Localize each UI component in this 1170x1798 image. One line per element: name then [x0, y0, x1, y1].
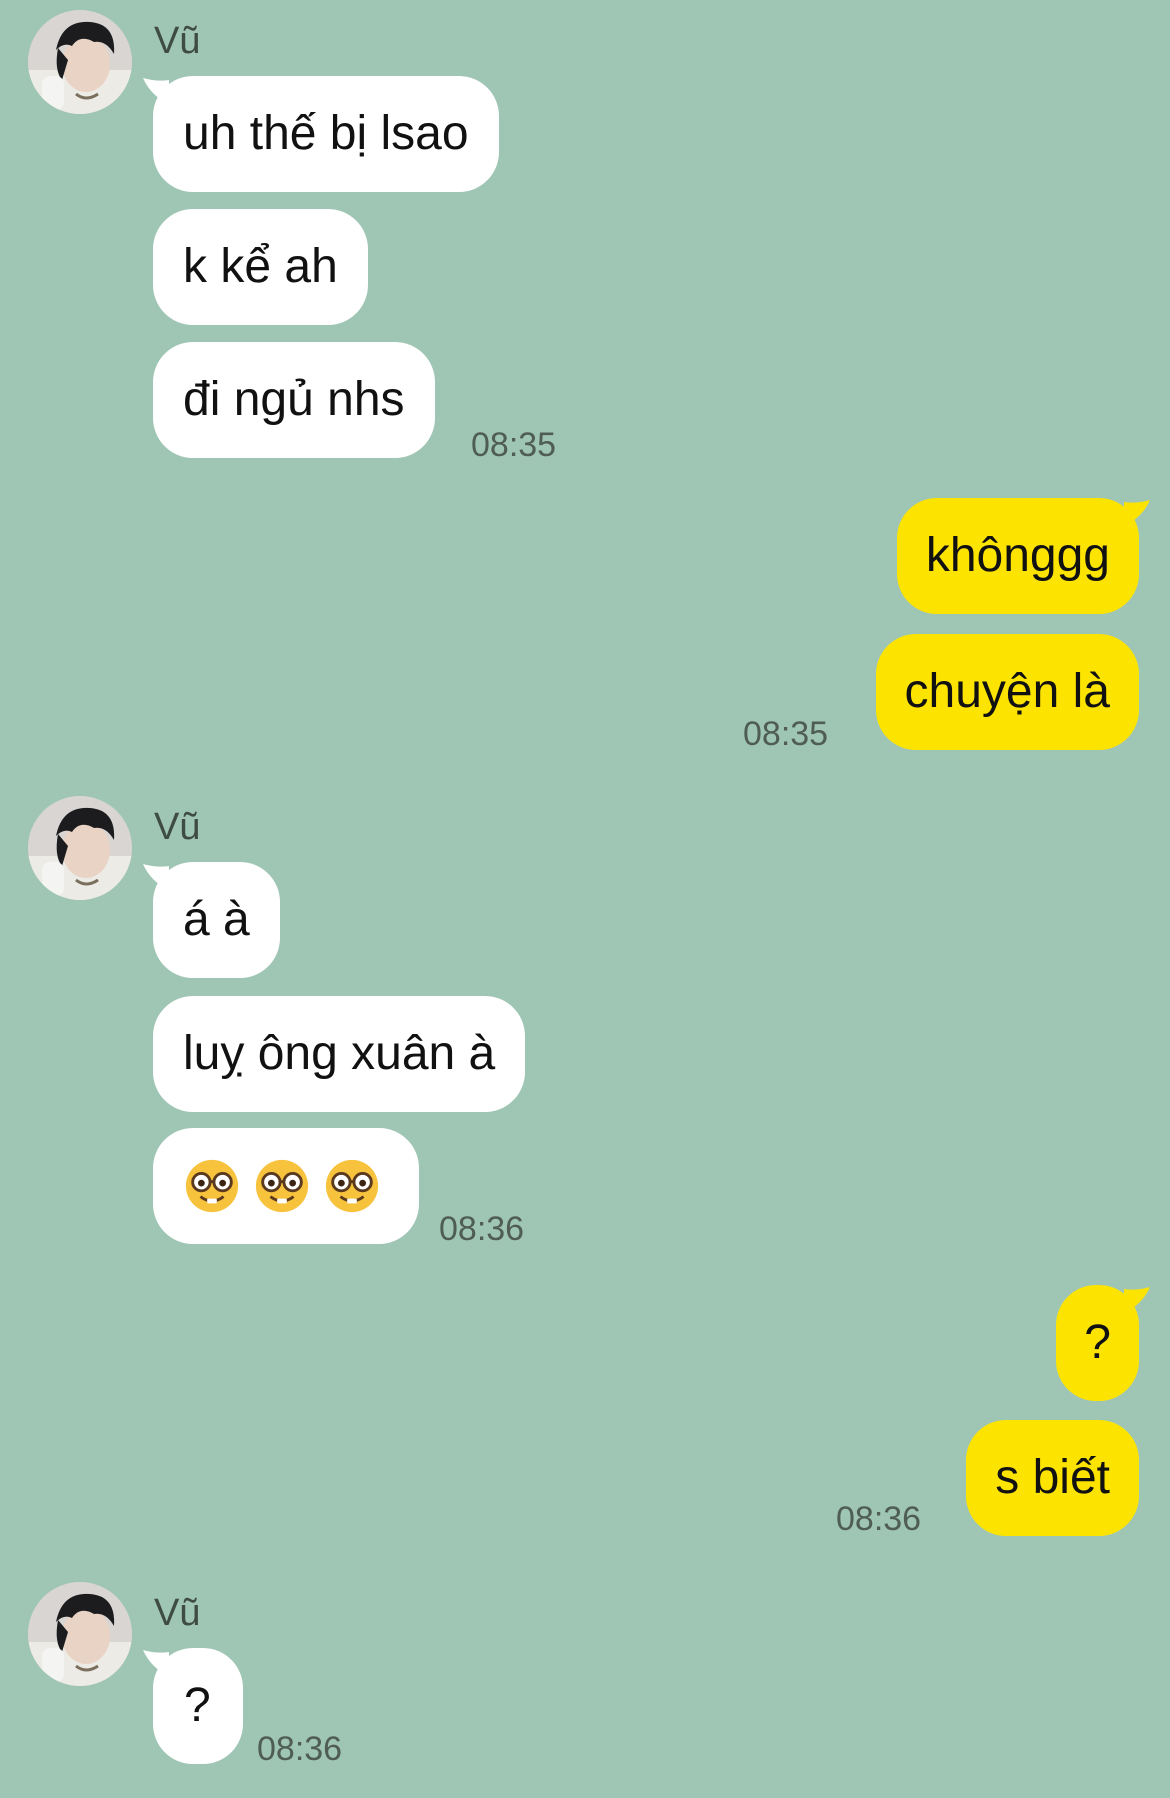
message-text: k kể ah [183, 240, 338, 293]
message-timestamp: 08:36 [836, 1500, 922, 1538]
chat-view[interactable]: Vũ uh thế bị lsao k kể ah đi ngủ nhs 08:… [0, 0, 1170, 1798]
message-text: s biết [995, 1451, 1110, 1504]
message-bubble[interactable]: khônggg [896, 498, 1139, 614]
message-bubble[interactable]: uh thế bị lsao [153, 76, 499, 192]
message-bubble[interactable]: luỵ ông xuân à [153, 996, 526, 1112]
avatar-photo-icon [28, 1582, 132, 1686]
message-timestamp: 08:36 [257, 1730, 343, 1768]
message-text: luỵ ông xuân à [183, 1027, 496, 1080]
sender-name: Vũ [154, 806, 201, 848]
message-bubble[interactable]: đi ngủ nhs [153, 342, 435, 458]
message-bubble[interactable]: ? [153, 1648, 243, 1764]
message-bubble[interactable]: ? [1056, 1285, 1139, 1401]
nerd-face-icon [185, 1159, 239, 1213]
message-timestamp: 08:35 [471, 426, 557, 464]
avatar-photo-icon [28, 10, 132, 114]
message-text: á à [183, 893, 250, 946]
nerd-face-icon [255, 1159, 309, 1213]
message-timestamp: 08:36 [439, 1210, 525, 1248]
message-timestamp: 08:35 [743, 715, 829, 753]
message-text: đi ngủ nhs [183, 373, 405, 426]
nerd-face-icon [325, 1159, 379, 1213]
message-text: khônggg [925, 529, 1110, 582]
message-bubble[interactable]: á à [153, 862, 280, 978]
message-bubble[interactable]: s biết [966, 1420, 1139, 1536]
message-bubble[interactable] [153, 1128, 419, 1244]
contact-avatar[interactable] [28, 1582, 132, 1686]
contact-avatar[interactable] [28, 796, 132, 900]
message-bubble[interactable]: chuyện là [875, 634, 1139, 750]
message-bubble[interactable]: k kể ah [153, 209, 368, 325]
contact-avatar[interactable] [28, 10, 132, 114]
avatar-photo-icon [28, 796, 132, 900]
message-text: uh thế bị lsao [183, 107, 469, 160]
message-text: ? [184, 1679, 211, 1732]
message-text [183, 1157, 381, 1215]
message-text: chuyện là [904, 665, 1110, 718]
sender-name: Vũ [154, 20, 201, 62]
sender-name: Vũ [154, 1592, 201, 1634]
message-text: ? [1084, 1316, 1111, 1369]
